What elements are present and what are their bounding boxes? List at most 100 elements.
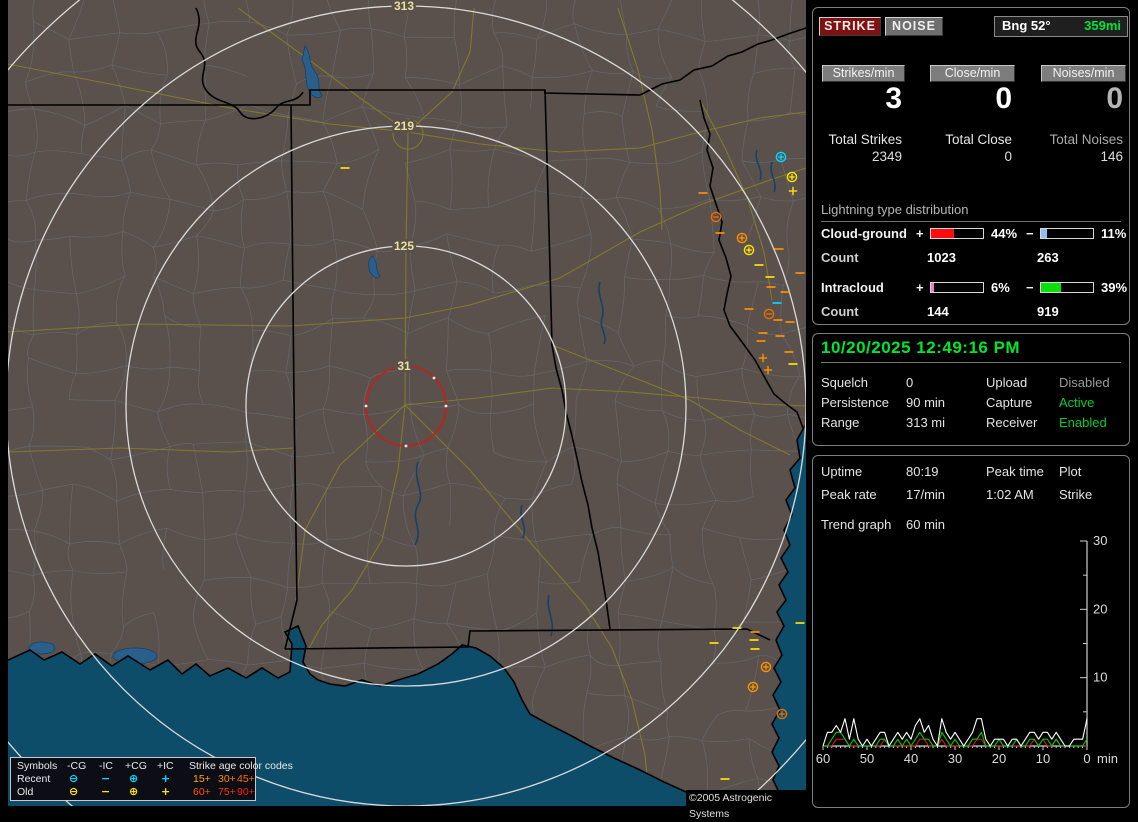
legend-age-30: 30+ xyxy=(218,773,236,786)
strike-toggle-button[interactable]: STRIKE xyxy=(819,17,881,36)
minus-sign: − xyxy=(1026,280,1034,295)
minus-icon: − xyxy=(101,785,110,798)
total-noises-label: Total Noises xyxy=(1049,132,1123,147)
receiver-status: Enabled xyxy=(1059,415,1107,430)
squelch-value: 0 xyxy=(906,375,913,390)
legend-age-title: Strike age color codes xyxy=(189,760,293,773)
circle-plus-icon: ⊕ xyxy=(129,785,138,798)
cloud-ground-label: Cloud-ground xyxy=(821,226,907,241)
legend-age-60: 60+ xyxy=(193,786,211,799)
peak-rate-label: Peak rate xyxy=(821,487,877,502)
legend-age-15: 15+ xyxy=(193,773,211,786)
plus-sign: + xyxy=(916,280,924,295)
plus-icon: + xyxy=(161,785,170,798)
circle-minus-icon: ⊖ xyxy=(69,772,78,785)
plus-icon: + xyxy=(161,772,170,785)
range-value: 313 mi xyxy=(906,415,945,430)
ic-count-label: Count xyxy=(821,304,859,319)
x-tick-label: 0 xyxy=(1083,751,1090,766)
plot-mode-value: Strike xyxy=(1059,487,1092,502)
minus-sign: − xyxy=(1026,226,1034,241)
range-ring-label: 31 xyxy=(397,359,411,373)
distribution-title: Lightning type distribution xyxy=(821,202,1121,222)
circle-minus-icon: ⊖ xyxy=(69,785,78,798)
ic-plus-bar-fill xyxy=(931,283,934,292)
x-tick-label: 10 xyxy=(1036,751,1050,766)
lightning-map[interactable]: 313 219 125 31 xyxy=(8,0,806,806)
capture-status: Active xyxy=(1059,395,1094,410)
cg-plus-bar xyxy=(930,228,984,239)
noises-per-min-header: Noises/min xyxy=(1041,65,1126,82)
bearing-label: Bng 52° xyxy=(1002,18,1051,33)
total-strikes-label: Total Strikes xyxy=(828,132,902,147)
legend-age-75: 75+ xyxy=(218,786,236,799)
receiver-label: Receiver xyxy=(986,415,1037,430)
ic-minus-bar-fill xyxy=(1041,283,1061,292)
x-tick-label: 20 xyxy=(992,751,1006,766)
persistence-label: Persistence xyxy=(821,395,889,410)
ic-minus-bar xyxy=(1040,282,1094,293)
cg-plus-bar-fill xyxy=(931,229,954,238)
persistence-value: 90 min xyxy=(906,395,945,410)
cg-plus-count: 1023 xyxy=(927,250,956,265)
datetime-display: 10/20/2025 12:49:16 PM xyxy=(821,338,1020,358)
noise-toggle-button[interactable]: NOISE xyxy=(885,17,943,36)
bearing-display: Bng 52° 359mi xyxy=(994,16,1128,37)
total-noises-value: 146 xyxy=(1100,149,1123,164)
strikes-per-min-value: 3 xyxy=(885,82,902,116)
range-label: Range xyxy=(821,415,859,430)
divider xyxy=(821,362,1121,363)
legend-symbols-header: Symbols xyxy=(17,760,57,773)
y-tick-label: 30 xyxy=(1093,533,1107,548)
x-tick-label: 30 xyxy=(948,751,962,766)
trend-graph-chart: 1020306050403020100min xyxy=(813,531,1129,807)
legend-age-45: 45+ xyxy=(237,773,255,786)
cg-plus-pct: 44% xyxy=(991,226,1017,241)
trend-series-intracloud xyxy=(823,732,1087,746)
ic-minus-pct: 39% xyxy=(1101,280,1127,295)
circle-plus-icon: ⊕ xyxy=(129,772,138,785)
status-panel: 10/20/2025 12:49:16 PM Squelch 0 Upload … xyxy=(812,333,1130,446)
x-tick-label: 50 xyxy=(860,751,874,766)
total-strikes-value: 2349 xyxy=(872,149,902,164)
map-legend: Symbols -CG -IC +CG +IC Strike age color… xyxy=(10,757,256,801)
range-ring-label: 313 xyxy=(394,0,414,13)
plus-sign: + xyxy=(916,226,924,241)
cg-minus-count: 263 xyxy=(1037,250,1059,265)
upload-status: Disabled xyxy=(1059,375,1110,390)
peak-time-label: Peak time xyxy=(986,464,1044,479)
trend-graph-value: 60 min xyxy=(906,517,945,532)
x-tick-label: 60 xyxy=(816,751,830,766)
intracloud-label: Intracloud xyxy=(821,280,884,295)
ic-plus-bar xyxy=(930,282,984,293)
trend-graph-label: Trend graph xyxy=(821,517,891,532)
cg-count-label: Count xyxy=(821,250,859,265)
cg-minus-pct: 11% xyxy=(1101,226,1126,241)
close-per-min-header: Close/min xyxy=(930,65,1015,82)
rates-panel: STRIKE NOISE Bng 52° 359mi Strikes/min C… xyxy=(812,7,1130,325)
session-panel: Uptime 80:19 Peak time Plot Peak rate 17… xyxy=(812,455,1130,808)
trend-series-cloud-ground xyxy=(823,739,1087,746)
uptime-label: Uptime xyxy=(821,464,862,479)
legend-row-recent-label: Recent xyxy=(17,773,50,786)
strikes-per-min-header: Strikes/min xyxy=(822,65,905,82)
bearing-range-value: 359mi xyxy=(1084,18,1121,33)
total-close-label: Total Close xyxy=(945,132,1012,147)
range-ring-label: 219 xyxy=(394,119,414,133)
uptime-value: 80:19 xyxy=(906,464,939,479)
cg-minus-bar xyxy=(1040,228,1094,239)
noises-per-min-value: 0 xyxy=(1106,82,1123,116)
total-close-value: 0 xyxy=(1004,149,1012,164)
peak-rate-value: 17/min xyxy=(906,487,945,502)
y-tick-label: 20 xyxy=(1093,601,1107,616)
range-ring-label: 125 xyxy=(394,239,414,253)
cg-minus-bar-fill xyxy=(1041,229,1047,238)
close-per-min-value: 0 xyxy=(995,82,1012,116)
plot-label: Plot xyxy=(1059,464,1081,479)
y-tick-label: 10 xyxy=(1093,670,1107,685)
capture-label: Capture xyxy=(986,395,1032,410)
minus-icon: − xyxy=(101,772,110,785)
legend-age-90: 90+ xyxy=(237,786,255,799)
squelch-label: Squelch xyxy=(821,375,868,390)
legend-row-old-label: Old xyxy=(17,786,33,799)
